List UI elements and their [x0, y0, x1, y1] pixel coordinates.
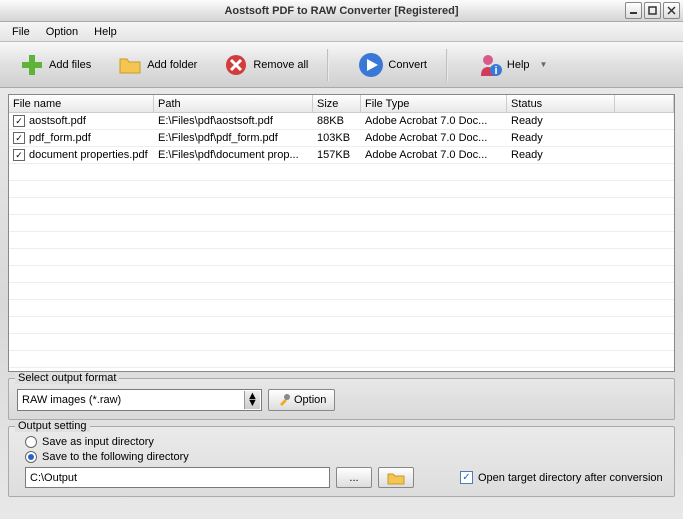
- cell-path: E:\Files\pdf\document prop...: [154, 148, 313, 162]
- radio-same-dir-row[interactable]: Save as input directory: [25, 436, 666, 448]
- play-icon: [358, 52, 384, 78]
- convert-label: Convert: [388, 59, 427, 71]
- menu-file[interactable]: File: [4, 24, 38, 40]
- format-value: RAW images (*.raw): [22, 394, 121, 406]
- close-icon: [667, 6, 676, 15]
- col-blank: [615, 95, 674, 112]
- table-row: [9, 266, 674, 283]
- minimize-icon: [629, 6, 638, 15]
- radio-custom-dir-label: Save to the following directory: [42, 451, 189, 463]
- cell-name: document properties.pdf: [29, 149, 148, 161]
- body-area: File name Path Size File Type Status ✓ ao…: [0, 88, 683, 519]
- cell-type: Adobe Acrobat 7.0 Doc...: [361, 131, 507, 145]
- cell-path: E:\Files\pdf\aostsoft.pdf: [154, 114, 313, 128]
- cell-size: 157KB: [313, 148, 361, 162]
- table-body: ✓ aostsoft.pdf E:\Files\pdf\aostsoft.pdf88…: [9, 113, 674, 371]
- wrench-icon: [277, 393, 291, 407]
- checkbox-checked-icon: ✓: [460, 471, 473, 484]
- convert-button[interactable]: Convert: [347, 47, 438, 83]
- table-row: [9, 351, 674, 368]
- cell-name: pdf_form.pdf: [29, 132, 91, 144]
- window-title: Aostsoft PDF to RAW Converter [Registere…: [224, 5, 458, 17]
- table-row: [9, 334, 674, 351]
- table-row[interactable]: ✓ aostsoft.pdf E:\Files\pdf\aostsoft.pdf88…: [9, 113, 674, 130]
- row-checkbox[interactable]: ✓: [13, 115, 25, 127]
- row-checkbox[interactable]: ✓: [13, 132, 25, 144]
- col-path[interactable]: Path: [154, 95, 313, 112]
- table-row: [9, 300, 674, 317]
- cell-type: Adobe Acrobat 7.0 Doc...: [361, 148, 507, 162]
- titlebar: Aostsoft PDF to RAW Converter [Registere…: [0, 0, 683, 22]
- output-path-input[interactable]: [25, 467, 330, 488]
- maximize-button[interactable]: [644, 2, 661, 19]
- file-table: File name Path Size File Type Status ✓ ao…: [8, 94, 675, 372]
- spinner-icon: ▲▼: [244, 391, 260, 409]
- add-files-label: Add files: [49, 59, 91, 71]
- cell-size: 88KB: [313, 114, 361, 128]
- add-files-button[interactable]: Add files: [8, 47, 102, 83]
- col-filetype[interactable]: File Type: [361, 95, 507, 112]
- table-row: [9, 232, 674, 249]
- cell-name: aostsoft.pdf: [29, 115, 86, 127]
- radio-same-dir-label: Save as input directory: [42, 436, 154, 448]
- folder-open-icon: [387, 471, 405, 485]
- add-folder-button[interactable]: Add folder: [106, 47, 208, 83]
- table-row: [9, 215, 674, 232]
- menu-option[interactable]: Option: [38, 24, 86, 40]
- table-row[interactable]: ✓ document properties.pdf E:\Files\pdf\doc…: [9, 147, 674, 164]
- remove-all-button[interactable]: Remove all: [212, 47, 319, 83]
- format-fieldset: Select output format RAW images (*.raw) …: [8, 378, 675, 420]
- output-fieldset: Output setting Save as input directory S…: [8, 426, 675, 497]
- cell-status: Ready: [507, 131, 615, 145]
- col-size[interactable]: Size: [313, 95, 361, 112]
- add-folder-label: Add folder: [147, 59, 197, 71]
- cell-path: E:\Files\pdf\pdf_form.pdf: [154, 131, 313, 145]
- option-button[interactable]: Option: [268, 389, 335, 411]
- format-legend: Select output format: [15, 372, 119, 384]
- table-row: [9, 198, 674, 215]
- browse-label: ...: [349, 472, 358, 484]
- output-legend: Output setting: [15, 420, 90, 432]
- toolbar: Add files Add folder Remove all Convert …: [0, 42, 683, 88]
- format-combo[interactable]: RAW images (*.raw) ▲▼: [17, 389, 262, 411]
- minimize-button[interactable]: [625, 2, 642, 19]
- chevron-down-icon: ▼: [540, 60, 548, 69]
- help-label: Help: [507, 59, 530, 71]
- row-checkbox[interactable]: ✓: [13, 149, 25, 161]
- toolbar-separator: [327, 49, 329, 81]
- table-row: [9, 317, 674, 334]
- browse-button[interactable]: ...: [336, 467, 372, 488]
- col-status[interactable]: Status: [507, 95, 615, 112]
- table-row: [9, 164, 674, 181]
- table-row: [9, 249, 674, 266]
- menubar: File Option Help: [0, 22, 683, 42]
- radio-custom-dir-row[interactable]: Save to the following directory: [25, 451, 666, 463]
- maximize-icon: [648, 6, 657, 15]
- svg-text:i: i: [494, 65, 497, 77]
- open-folder-button[interactable]: [378, 467, 414, 488]
- option-label: Option: [294, 394, 326, 406]
- radio-unchecked-icon: [25, 436, 37, 448]
- open-after-label: Open target directory after conversion: [478, 472, 663, 484]
- table-row: [9, 283, 674, 300]
- col-filename[interactable]: File name: [9, 95, 154, 112]
- help-person-icon: i: [477, 52, 503, 78]
- cell-status: Ready: [507, 114, 615, 128]
- radio-checked-icon: [25, 451, 37, 463]
- folder-icon: [117, 52, 143, 78]
- remove-all-label: Remove all: [253, 59, 308, 71]
- cell-type: Adobe Acrobat 7.0 Doc...: [361, 114, 507, 128]
- table-row: [9, 181, 674, 198]
- help-button[interactable]: i Help ▼: [466, 47, 559, 83]
- cell-status: Ready: [507, 148, 615, 162]
- table-row[interactable]: ✓ pdf_form.pdf E:\Files\pdf\pdf_form.pdf10…: [9, 130, 674, 147]
- open-after-checkbox-row[interactable]: ✓ Open target directory after conversion: [460, 471, 663, 484]
- remove-icon: [223, 52, 249, 78]
- close-button[interactable]: [663, 2, 680, 19]
- toolbar-separator: [446, 49, 448, 81]
- plus-icon: [19, 52, 45, 78]
- cell-size: 103KB: [313, 131, 361, 145]
- table-header: File name Path Size File Type Status: [9, 95, 674, 113]
- menu-help[interactable]: Help: [86, 24, 125, 40]
